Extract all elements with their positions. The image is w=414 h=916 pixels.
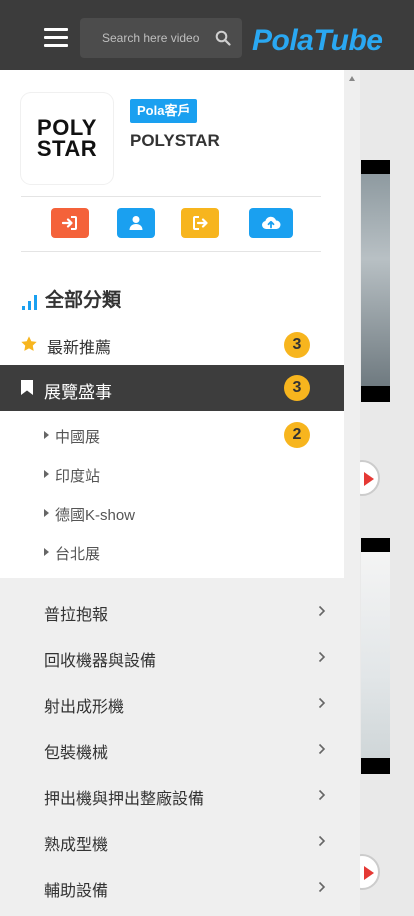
category-label: 展覽盛事	[44, 383, 112, 402]
subcategory-label: 印度站	[55, 468, 101, 485]
user-icon	[129, 216, 143, 230]
search-box[interactable]	[80, 18, 242, 58]
chevron-right-icon	[318, 605, 326, 617]
count-badge: 3	[284, 375, 310, 401]
category-list: 普拉抱報 回收機器與設備 射出成形機 包裝機械 押出機與押出整廠設備 熟成型機 …	[0, 578, 344, 916]
category-label: 射出成形機	[44, 699, 125, 716]
chevron-right-icon	[318, 697, 326, 709]
member-badge: Pola客戶	[130, 99, 198, 123]
chevron-right-icon	[318, 743, 326, 755]
star-icon	[21, 336, 37, 351]
sign-out-icon	[193, 216, 208, 230]
category-item[interactable]: 熟成型機	[0, 818, 344, 864]
signal-bars-icon	[22, 295, 37, 310]
caret-right-icon	[44, 509, 49, 517]
sign-out-button[interactable]	[181, 208, 219, 238]
search-input[interactable]	[102, 18, 212, 58]
category-item[interactable]: 回收機器與設備	[0, 634, 344, 680]
chevron-right-icon	[318, 881, 326, 893]
caret-right-icon	[44, 431, 49, 439]
caret-right-icon	[44, 470, 49, 478]
bookmark-icon	[21, 380, 33, 395]
menu-icon[interactable]	[44, 28, 68, 48]
count-badge: 3	[284, 332, 310, 358]
categories-title: 全部分類	[45, 290, 122, 311]
subcategory-item[interactable]: 印度站	[0, 456, 344, 495]
subcategory-item[interactable]: 德國K-show	[0, 495, 344, 534]
polystar-logo: POLY STAR	[36, 115, 98, 161]
video-thumbnail[interactable]	[361, 160, 390, 402]
category-exhibitions[interactable]: 展覽盛事 3	[0, 365, 344, 411]
top-bar: PolaTube	[0, 0, 414, 70]
category-label: 熟成型機	[44, 837, 109, 854]
polatube-logo[interactable]: PolaTube	[252, 18, 386, 62]
subcategory-item[interactable]: 中國展 2	[0, 417, 344, 456]
category-label: 包裝機械	[44, 745, 109, 762]
category-label: 普拉抱報	[44, 607, 109, 624]
category-item[interactable]: 包裝機械	[0, 726, 344, 772]
category-featured[interactable]: 最新推薦 3	[0, 323, 344, 365]
scroll-up-icon[interactable]	[349, 76, 355, 81]
subcategory-label: 德國K-show	[55, 507, 136, 524]
company-name: POLYSTAR	[130, 131, 220, 150]
logo-text: PolaTube	[252, 24, 383, 57]
sign-in-icon	[62, 216, 77, 230]
category-item[interactable]: 普拉抱報	[0, 588, 344, 634]
cloud-upload-icon	[262, 216, 281, 229]
subcategory-item[interactable]: 台北展	[0, 534, 344, 573]
divider	[21, 196, 321, 197]
sign-in-button[interactable]	[51, 208, 89, 238]
caret-right-icon	[44, 548, 49, 556]
category-item[interactable]: 射出成形機	[0, 680, 344, 726]
category-item[interactable]: 輔助設備	[0, 864, 344, 910]
side-drawer: POLY STAR Pola客戶 POLYSTAR 全部分類 最新推薦 3 展覽…	[0, 70, 360, 916]
category-label: 押出機與押出整廠設備	[44, 791, 205, 808]
count-badge: 2	[284, 422, 310, 448]
chevron-right-icon	[318, 835, 326, 847]
chevron-right-icon	[318, 789, 326, 801]
chevron-right-icon	[318, 651, 326, 663]
category-label: 輔助設備	[44, 883, 109, 900]
company-logo[interactable]: POLY STAR	[21, 93, 113, 184]
category-item[interactable]: 押出機與押出整廠設備	[0, 772, 344, 818]
search-icon[interactable]	[215, 30, 231, 46]
profile-button[interactable]	[117, 208, 155, 238]
subcategory-label: 台北展	[55, 546, 101, 563]
video-thumbnail[interactable]	[361, 538, 390, 774]
subcategory-label: 中國展	[55, 429, 101, 446]
category-label: 回收機器與設備	[44, 653, 157, 670]
scrollbar[interactable]	[344, 70, 360, 916]
divider	[21, 251, 321, 252]
category-label: 最新推薦	[47, 340, 112, 357]
upload-button[interactable]	[249, 208, 293, 238]
